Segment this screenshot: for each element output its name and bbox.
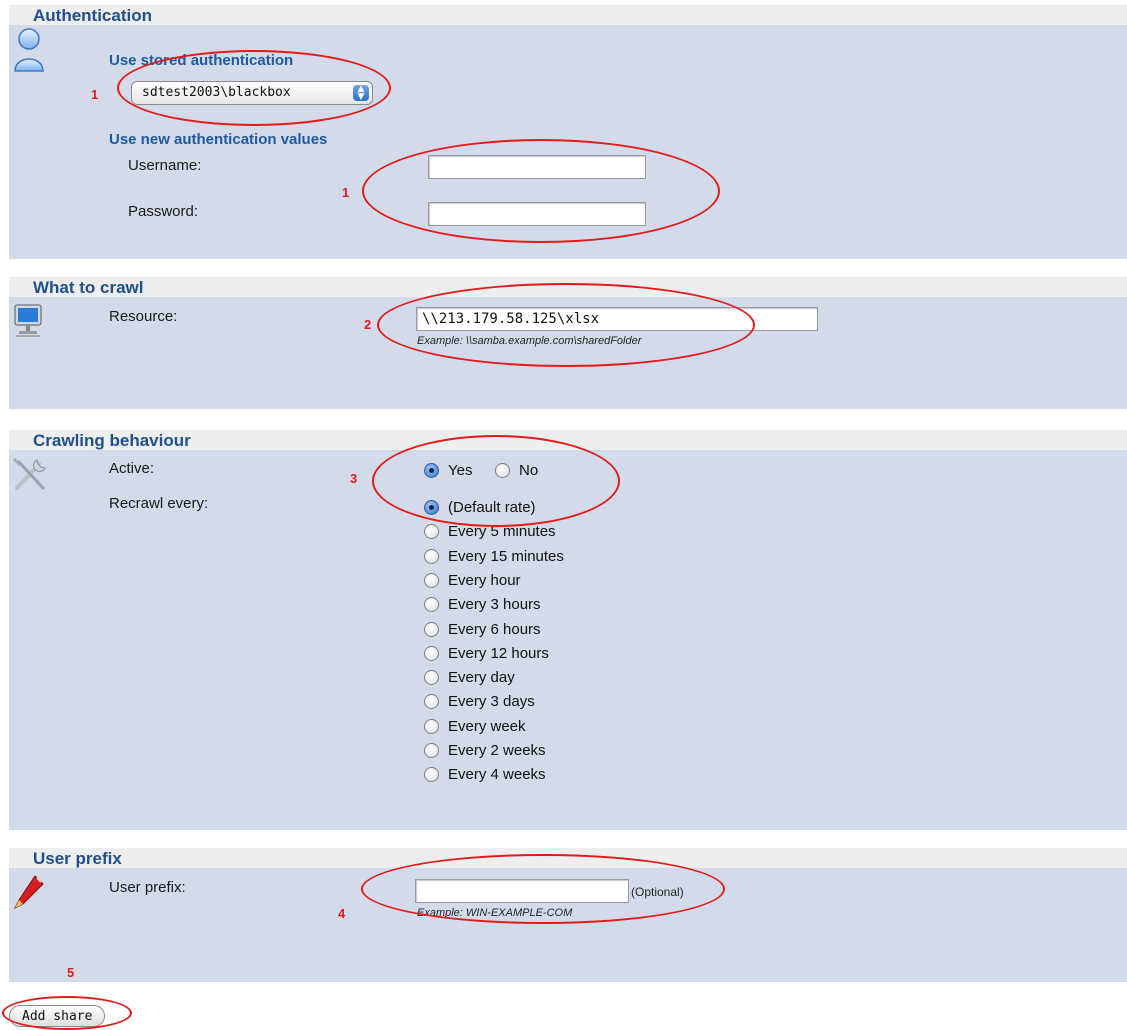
user-icon	[14, 28, 44, 72]
stored-auth-value: sdtest2003\blackbox	[142, 85, 291, 100]
recrawl-radio[interactable]	[424, 597, 439, 613]
password-field[interactable]	[428, 202, 646, 226]
section-title: What to crawl	[33, 278, 144, 297]
resource-field[interactable]	[416, 307, 818, 331]
recrawl-option-label: Every 2 weeks	[448, 742, 546, 759]
section-title: Authentication	[33, 6, 152, 25]
section-title: Crawling behaviour	[33, 431, 191, 450]
select-arrows-icon: ▲ ▼	[353, 85, 369, 102]
section-header: Authentication	[9, 5, 1127, 26]
add-share-button[interactable]: Add share	[9, 1005, 106, 1027]
new-auth-label: Use new authentication values	[109, 131, 328, 148]
recrawl-option-label: Every day	[448, 669, 515, 687]
recrawl-option-label: Every 6 hours	[448, 620, 541, 638]
recrawl-radio[interactable]	[424, 500, 439, 515]
user-prefix-field[interactable]	[415, 879, 629, 903]
password-label: Password:	[128, 203, 199, 220]
computer-icon	[14, 304, 42, 337]
user-prefix-label: User prefix:	[109, 879, 186, 896]
active-no-radio[interactable]	[495, 463, 510, 478]
recrawl-radio[interactable]	[424, 548, 439, 564]
annotation-mark-5: 5	[67, 965, 75, 980]
active-yes-radio[interactable]	[424, 463, 439, 478]
recrawl-radio[interactable]	[424, 694, 439, 710]
recrawl-radio[interactable]	[424, 572, 439, 588]
recrawl-option-label: Every 4 weeks	[448, 766, 546, 784]
active-label: Active:	[109, 460, 155, 477]
annotation-mark-2: 2	[364, 317, 372, 332]
section-authentication: Authentication Use stored authentication…	[9, 5, 1127, 259]
section-what-to-crawl: What to crawl Resource: 2 Example: \\sam…	[9, 277, 1127, 409]
recrawl-option-label: Every week	[448, 717, 526, 735]
section-body: Active: Recrawl every: 3 Yes No (Default…	[9, 450, 1127, 830]
username-field[interactable]	[428, 155, 646, 179]
recrawl-option-label: Every 12 hours	[448, 644, 549, 662]
section-crawling-behaviour: Crawling behaviour Active: Recrawl every…	[9, 430, 1127, 830]
recrawl-radio[interactable]	[424, 670, 439, 686]
annotation-mark-1: 1	[91, 87, 99, 102]
pen-icon	[13, 875, 44, 910]
section-header: User prefix	[9, 848, 1127, 869]
section-header: Crawling behaviour	[9, 430, 1127, 451]
section-body: Resource: 2 Example: \\samba.example.com…	[9, 297, 1127, 409]
section-body: Use stored authentication 1 sdtest2003\b…	[9, 25, 1127, 259]
recrawl-option-label: Every 3 days	[448, 693, 535, 711]
recrawl-label: Recrawl every:	[109, 495, 209, 512]
active-no-label: No	[519, 462, 539, 479]
recrawl-radio[interactable]	[424, 524, 439, 540]
section-header: What to crawl	[9, 277, 1127, 298]
username-label: Username:	[128, 157, 202, 174]
recrawl-radio[interactable]	[424, 621, 439, 637]
recrawl-radio[interactable]	[424, 718, 439, 734]
section-user-prefix: User prefix User prefix: 4 (Optional) Ex…	[9, 848, 1127, 982]
annotation-mark-4: 4	[338, 906, 346, 921]
annotation-mark-3: 3	[350, 471, 358, 486]
tools-icon	[13, 458, 46, 490]
recrawl-option-label: Every 5 minutes	[448, 523, 556, 541]
annotation-mark-1b: 1	[342, 185, 350, 200]
section-title: User prefix	[33, 849, 122, 868]
stored-auth-select[interactable]: sdtest2003\blackbox ▲ ▼	[131, 81, 373, 105]
recrawl-option-label: (Default rate)	[448, 499, 536, 516]
recrawl-option-label: Every 3 hours	[448, 596, 541, 614]
active-yes-label: Yes	[448, 462, 473, 479]
recrawl-option-label: Every hour	[448, 571, 521, 589]
resource-label: Resource:	[109, 308, 178, 325]
optional-note: (Optional)	[631, 885, 684, 899]
resource-example: Example: \\samba.example.com\sharedFolde…	[417, 335, 642, 347]
user-prefix-example: Example: WIN-EXAMPLE-COM	[417, 907, 573, 919]
recrawl-radio[interactable]	[424, 743, 439, 758]
stored-auth-label: Use stored authentication	[109, 52, 294, 69]
recrawl-radio[interactable]	[424, 767, 439, 783]
section-body: User prefix: 4 (Optional) Example: WIN-E…	[9, 868, 1127, 982]
recrawl-radio[interactable]	[424, 645, 439, 661]
recrawl-option-label: Every 15 minutes	[448, 547, 564, 565]
